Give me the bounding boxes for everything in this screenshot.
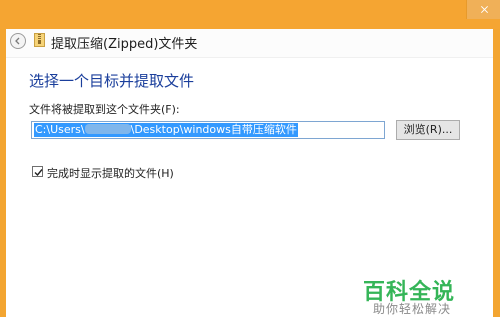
back-arrow-icon[interactable] (10, 33, 26, 49)
show-files-checkbox[interactable] (32, 166, 43, 177)
zip-folder-icon (34, 33, 45, 47)
window-titlebar (0, 0, 500, 29)
destination-path-input[interactable]: C:\Users\ \Desktop\windows自带压缩软件 (31, 121, 385, 139)
page-heading: 选择一个目标并提取文件 (29, 72, 195, 90)
path-label: 文件将被提取到这个文件夹(F): (29, 103, 180, 116)
browse-button[interactable]: 浏览(R)... (396, 120, 460, 140)
path-prefix: C:\Users\ (35, 123, 85, 136)
close-icon[interactable] (466, 0, 500, 19)
path-suffix: \Desktop\windows自带压缩软件 (130, 123, 297, 136)
window-title: 提取压缩(Zipped)文件夹 (51, 37, 198, 52)
watermark-subtitle: 助你轻松解决 (373, 302, 452, 316)
extract-dialog: 提取压缩(Zipped)文件夹 选择一个目标并提取文件 文件将被提取到这个文件夹… (6, 29, 493, 317)
nav-bar: 提取压缩(Zipped)文件夹 (6, 29, 493, 57)
content-panel: 选择一个目标并提取文件 文件将被提取到这个文件夹(F): C:\Users\ \D… (6, 57, 493, 317)
path-selection: C:\Users\ \Desktop\windows自带压缩软件 (34, 123, 298, 137)
blurred-username (84, 124, 131, 134)
show-files-label: 完成时显示提取的文件(H) (47, 167, 174, 180)
